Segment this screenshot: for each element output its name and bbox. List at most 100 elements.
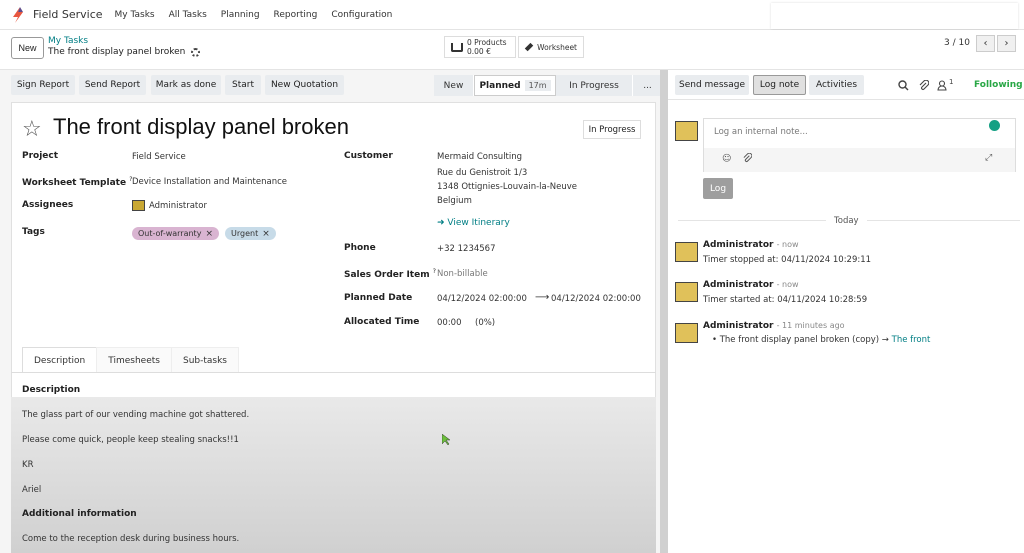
stage-planned-badge: 17m	[524, 80, 551, 91]
nav-item-all-tasks[interactable]: All Tasks	[169, 10, 207, 20]
sign-report-button[interactable]: Sign Report	[11, 75, 75, 95]
grammarly-icon[interactable]	[989, 120, 1000, 131]
tag-label: Urgent	[231, 229, 259, 238]
tag-urgent[interactable]: Urgent ×	[225, 227, 276, 240]
top-navbar: Field Service My Tasks All Tasks Plannin…	[0, 0, 1024, 30]
avatar	[675, 242, 698, 262]
arrow-right-icon: ➜	[437, 218, 445, 228]
project-value[interactable]: Field Service	[132, 152, 186, 162]
planned-start[interactable]: 04/12/2024 02:00:00	[437, 294, 527, 304]
message-author[interactable]: Administrator - now	[703, 280, 799, 290]
activities-button[interactable]: Activities	[809, 75, 864, 95]
assignee-value[interactable]: Administrator	[132, 200, 207, 211]
breadcrumb-current-label: The front display panel broken	[48, 47, 186, 57]
message-author-name: Administrator	[703, 240, 774, 250]
worksheet-template-value[interactable]: Device Installation and Maintenance	[132, 177, 287, 187]
stage-new[interactable]: New	[434, 75, 474, 96]
mark-as-done-button[interactable]: Mark as done	[151, 75, 221, 95]
sales-order-item-label: Sales Order Item ?	[344, 268, 436, 280]
assignee-name: Administrator	[149, 201, 207, 211]
arrow-right-icon: →	[881, 335, 889, 345]
view-itinerary-link[interactable]: ➜ View Itinerary	[437, 218, 510, 228]
gear-icon[interactable]	[191, 47, 201, 57]
customer-country: Belgium	[437, 196, 472, 206]
stage-more[interactable]: ...	[633, 75, 663, 96]
tab-timesheets[interactable]: Timesheets	[96, 347, 172, 373]
description-line: Please come quick, people keep stealing …	[22, 435, 239, 445]
view-itinerary-label: View Itinerary	[447, 218, 510, 228]
tags-label: Tags	[22, 227, 45, 237]
allocated-time-value[interactable]: 00:00	[437, 318, 462, 328]
new-quotation-button[interactable]: New Quotation	[265, 75, 344, 95]
products-stat: 0 Products 0.00 €	[467, 38, 507, 56]
paperclip-icon[interactable]	[919, 79, 930, 94]
notebook-tabs: Description Timesheets Sub-tasks	[22, 347, 239, 373]
planned-end[interactable]: 04/12/2024 02:00:00	[551, 294, 641, 304]
following-button[interactable]: Following	[974, 80, 1023, 90]
worksheet-template-label-text: Worksheet Template	[22, 178, 127, 188]
log-note-composer[interactable]: Log an internal note... ☺ ⤢	[703, 118, 1016, 172]
app-name[interactable]: Field Service	[33, 8, 103, 21]
stage-planned-label: Planned	[479, 80, 521, 91]
additional-info-line: Come to the reception desk during busine…	[22, 534, 240, 544]
pager-previous-button[interactable]: ‹	[976, 35, 995, 52]
message-author[interactable]: Administrator - 11 minutes ago	[703, 321, 845, 331]
customer-street: Rue du Genistroit 1/3	[437, 168, 528, 178]
log-button[interactable]: Log	[703, 178, 733, 199]
chevron-left-icon: ‹	[983, 38, 988, 49]
nav-item-configuration[interactable]: Configuration	[331, 10, 392, 20]
description-editor[interactable]	[11, 397, 656, 553]
pager-next-button[interactable]: ›	[997, 35, 1016, 52]
pager-value[interactable]: 3 / 10	[944, 38, 970, 48]
worksheet-smart-button[interactable]: Worksheet	[518, 36, 584, 58]
form-chatter-splitter[interactable]	[660, 70, 668, 553]
stage-in-progress[interactable]: In Progress	[556, 75, 633, 96]
field-service-logo-icon[interactable]	[9, 6, 27, 24]
tab-description[interactable]: Description	[22, 347, 98, 373]
allocated-time-label: Allocated Time	[344, 317, 420, 327]
message-body: Timer started at: 04/11/2024 10:28:59	[703, 295, 868, 305]
cart-icon	[451, 42, 463, 52]
start-button[interactable]: Start	[225, 75, 261, 95]
message-time: - now	[776, 240, 799, 249]
description-line: Ariel	[22, 485, 42, 495]
log-note-button[interactable]: Log note	[753, 75, 806, 95]
phone-value[interactable]: +32 1234567	[437, 244, 496, 254]
message-author[interactable]: Administrator - now	[703, 240, 799, 250]
products-amount: 0.00 €	[467, 47, 491, 56]
followers-icon[interactable]	[937, 80, 947, 94]
new-button[interactable]: New	[11, 37, 44, 59]
breadcrumb-parent[interactable]: My Tasks	[48, 36, 88, 46]
search-icon[interactable]	[898, 80, 909, 94]
attachment-icon[interactable]	[743, 152, 753, 166]
assignees-label: Assignees	[22, 200, 74, 210]
message-body: Timer stopped at: 04/11/2024 10:29:11	[703, 255, 872, 265]
star-icon[interactable]: ☆	[22, 117, 42, 142]
nav-item-planning[interactable]: Planning	[221, 10, 260, 20]
log-note-input[interactable]: Log an internal note...	[714, 127, 808, 137]
tab-sub-tasks[interactable]: Sub-tasks	[170, 347, 239, 373]
pencil-icon	[524, 42, 534, 52]
sales-order-item-value[interactable]: Non-billable	[437, 269, 488, 279]
close-icon[interactable]: ×	[205, 229, 213, 239]
products-smart-button[interactable]: 0 Products 0.00 €	[444, 36, 516, 58]
message-body: • The front display panel broken (copy) …	[712, 335, 931, 345]
message-link[interactable]: The front	[892, 335, 931, 345]
send-report-button[interactable]: Send Report	[79, 75, 146, 95]
state-badge[interactable]: In Progress	[583, 120, 641, 139]
expand-icon[interactable]: ⤢	[985, 153, 992, 163]
description-line: KR	[22, 460, 34, 470]
emoji-icon[interactable]: ☺	[722, 154, 731, 164]
task-title[interactable]: The front display panel broken	[53, 114, 349, 140]
description-heading: Description	[22, 385, 81, 395]
customer-name[interactable]: Mermaid Consulting	[437, 152, 522, 162]
close-icon[interactable]: ×	[262, 229, 270, 239]
stage-planned[interactable]: Planned 17m	[474, 75, 556, 96]
tag-label: Out-of-warranty	[138, 229, 202, 238]
chatter-panel: Send message Log note Activities 1 Follo…	[668, 70, 1024, 553]
today-label: Today	[826, 216, 867, 226]
send-message-button[interactable]: Send message	[675, 75, 749, 95]
nav-item-my-tasks[interactable]: My Tasks	[115, 10, 155, 20]
nav-item-reporting[interactable]: Reporting	[274, 10, 318, 20]
tag-out-of-warranty[interactable]: Out-of-warranty ×	[132, 227, 219, 240]
